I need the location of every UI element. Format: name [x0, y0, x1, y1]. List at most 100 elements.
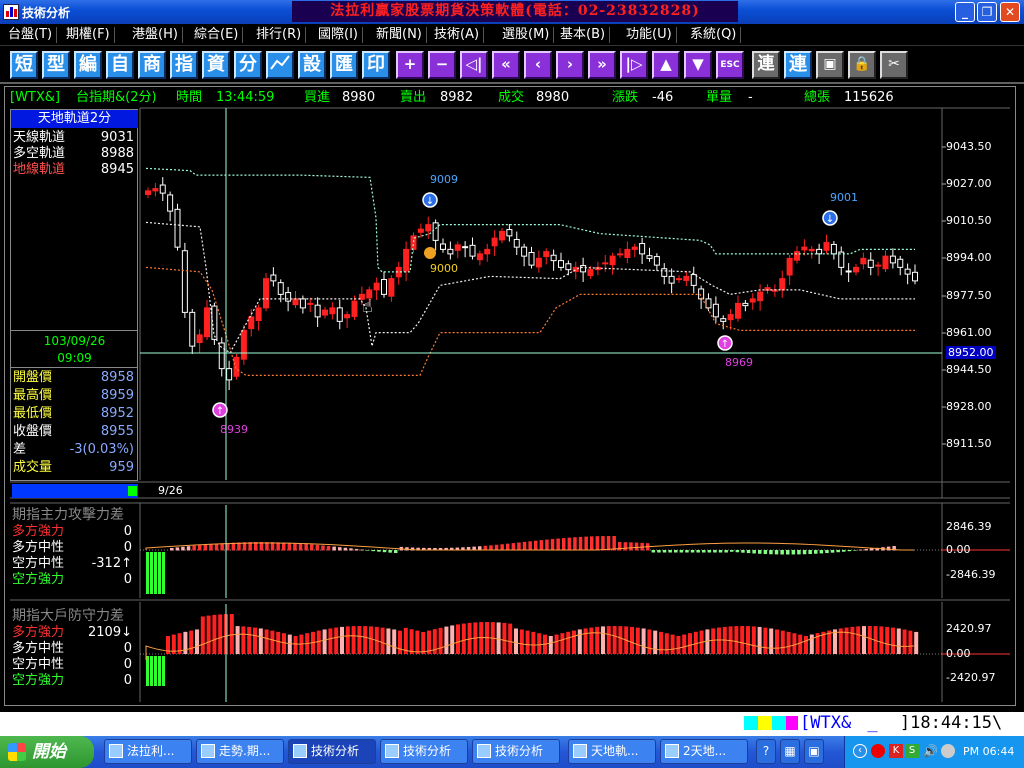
sell-signal-icon[interactable]: ↓ — [822, 210, 838, 226]
taskbar-task[interactable]: 技術分析 — [288, 739, 376, 764]
candlestick — [322, 306, 328, 319]
indicator-bar — [858, 549, 863, 551]
taskbar: 開始 法拉利... 走勢.期... 技術分析 技術分析 技術分析 天地軌... 2天地...… — [0, 736, 1024, 768]
indicator-bar — [189, 630, 194, 654]
indicator-bar — [198, 545, 202, 551]
indicator-bar — [651, 550, 656, 553]
indicator-bar — [741, 550, 745, 553]
indicator-bar — [209, 544, 213, 551]
indicator-bar — [338, 547, 342, 551]
indicator-bar — [757, 626, 762, 654]
indicator-bar — [170, 548, 174, 551]
taskbar-task[interactable]: 2天地... — [660, 739, 748, 764]
candlestick — [189, 309, 196, 354]
buy-signal-icon[interactable]: ↑ — [212, 402, 228, 418]
taskbar-task[interactable]: 技術分析 — [472, 739, 560, 764]
neutral-signal-icon[interactable] — [424, 247, 436, 259]
lower-track-line — [145, 266, 915, 376]
indicator-bar — [363, 626, 368, 654]
candlestick — [764, 284, 771, 294]
indicator-bar — [322, 629, 327, 654]
taskbar-task[interactable]: 法拉利... — [104, 739, 192, 764]
tray-s-icon[interactable]: S — [905, 744, 919, 758]
taskbar-task[interactable]: 走勢.期... — [196, 739, 284, 764]
svg-text:↑: ↑ — [216, 406, 224, 417]
indicator-bar — [150, 552, 153, 594]
indicator-bar — [676, 635, 681, 654]
price-axis-label: 8977.50 — [946, 289, 992, 302]
scroll-thumb[interactable] — [128, 486, 137, 496]
indicator-bar — [377, 550, 381, 552]
indicator-bar — [321, 545, 325, 551]
candlestick — [299, 295, 306, 314]
panel1-title: 期指主力攻擊力差 — [12, 507, 124, 523]
candlestick — [226, 360, 233, 390]
candlestick — [159, 177, 166, 201]
indicator-bar — [844, 627, 849, 654]
candlestick — [646, 247, 653, 262]
middle-track-line — [145, 221, 915, 354]
indicator-bar — [514, 628, 518, 654]
indicator-bar — [270, 630, 275, 654]
indicator-bar — [394, 550, 398, 554]
help-icon[interactable]: ? — [756, 739, 776, 764]
indicator-bar — [836, 550, 840, 553]
indicator-row: 多方中性 0 — [12, 641, 138, 657]
start-button[interactable]: 開始 — [0, 736, 94, 768]
indicator-bar — [158, 552, 161, 594]
indicator-bar — [702, 550, 706, 553]
indicator-bar — [589, 627, 594, 654]
candlestick — [167, 191, 174, 222]
indicator-bar — [886, 546, 891, 551]
price-axis-label: 8911.50 — [946, 437, 992, 450]
indicator-value: -312↑ — [91, 556, 132, 571]
candlestick — [757, 284, 764, 311]
indicator-bar — [573, 537, 577, 551]
candlestick — [543, 248, 550, 265]
candlestick — [801, 239, 808, 256]
indicator-bar — [154, 552, 157, 594]
taskbar-task[interactable]: 技術分析 — [380, 739, 468, 764]
taskbar-icon[interactable]: ▦ — [780, 739, 800, 764]
candlestick — [181, 242, 188, 318]
status-magenta-block — [786, 716, 798, 730]
indicator-bar — [241, 626, 246, 654]
indicator-bar — [735, 550, 740, 553]
task-app-icon — [665, 744, 679, 758]
system-tray: ‹ K S 🔊 PM 06:44 — [844, 736, 1024, 768]
tray-k-icon[interactable]: K — [889, 744, 903, 758]
indicator-bar — [734, 626, 739, 654]
tray-app-icon[interactable] — [871, 744, 885, 758]
indicator-bar — [567, 537, 572, 551]
taskbar-icon[interactable]: ▣ — [804, 739, 824, 764]
high-label: 9009 — [430, 173, 458, 186]
sell-signal-icon[interactable]: ↓ — [422, 192, 438, 208]
tray-arrow-icon[interactable]: ‹ — [853, 744, 867, 758]
indicator-bar — [461, 623, 466, 654]
candlestick — [609, 252, 616, 275]
candlestick — [447, 241, 454, 260]
candlestick — [521, 243, 528, 267]
candlestick — [639, 237, 646, 264]
indicator-value: 2109↓ — [88, 625, 132, 640]
candlestick — [830, 241, 837, 260]
candlestick — [720, 315, 727, 330]
indicator-label: 空方中性 — [12, 556, 65, 571]
indicator-bar — [635, 627, 640, 654]
chart-canvas[interactable]: ↓ 9009 9000 ↑ 8939 ↓ 9001 ↑ 8969 ☝ — [0, 0, 1024, 712]
indicator-bar — [606, 626, 611, 654]
tray-misc-icon[interactable] — [941, 744, 955, 758]
indicator-bar — [315, 544, 320, 551]
indicator-bar — [758, 550, 762, 554]
task-label: 技術分析 — [311, 744, 360, 758]
volume-icon[interactable]: 🔊 — [923, 744, 938, 758]
scroll-bar[interactable] — [12, 484, 138, 498]
indicator-bar — [415, 630, 420, 654]
indicator-bar — [212, 614, 217, 654]
taskbar-task[interactable]: 天地軌... — [568, 739, 656, 764]
indicator-bar — [150, 656, 153, 686]
indicator-bar — [690, 550, 695, 553]
candlestick — [454, 241, 461, 259]
buy-signal-icon[interactable]: ↑ — [717, 335, 733, 351]
indicator-bar — [562, 538, 566, 551]
